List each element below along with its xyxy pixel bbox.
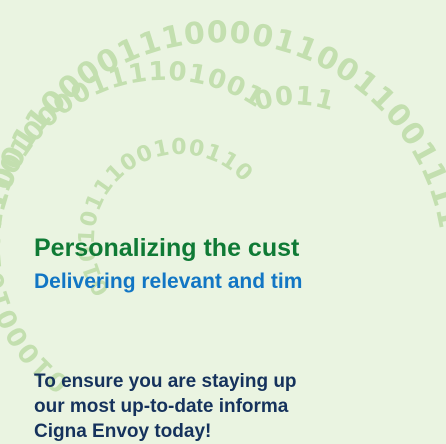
hero-headline: Personalizing the cust (34, 234, 300, 262)
hero-section: Personalizing the cust Delivering releva… (0, 0, 446, 443)
body-line: To ensure you are staying up (34, 371, 297, 392)
body-line: our most up-to-date informa (34, 396, 289, 417)
body-line: Cigna Envoy today! (34, 421, 212, 442)
hero-body-text: To ensure you are staying up our most up… (34, 369, 446, 444)
hero-subheadline: Delivering relevant and tim (34, 270, 303, 293)
